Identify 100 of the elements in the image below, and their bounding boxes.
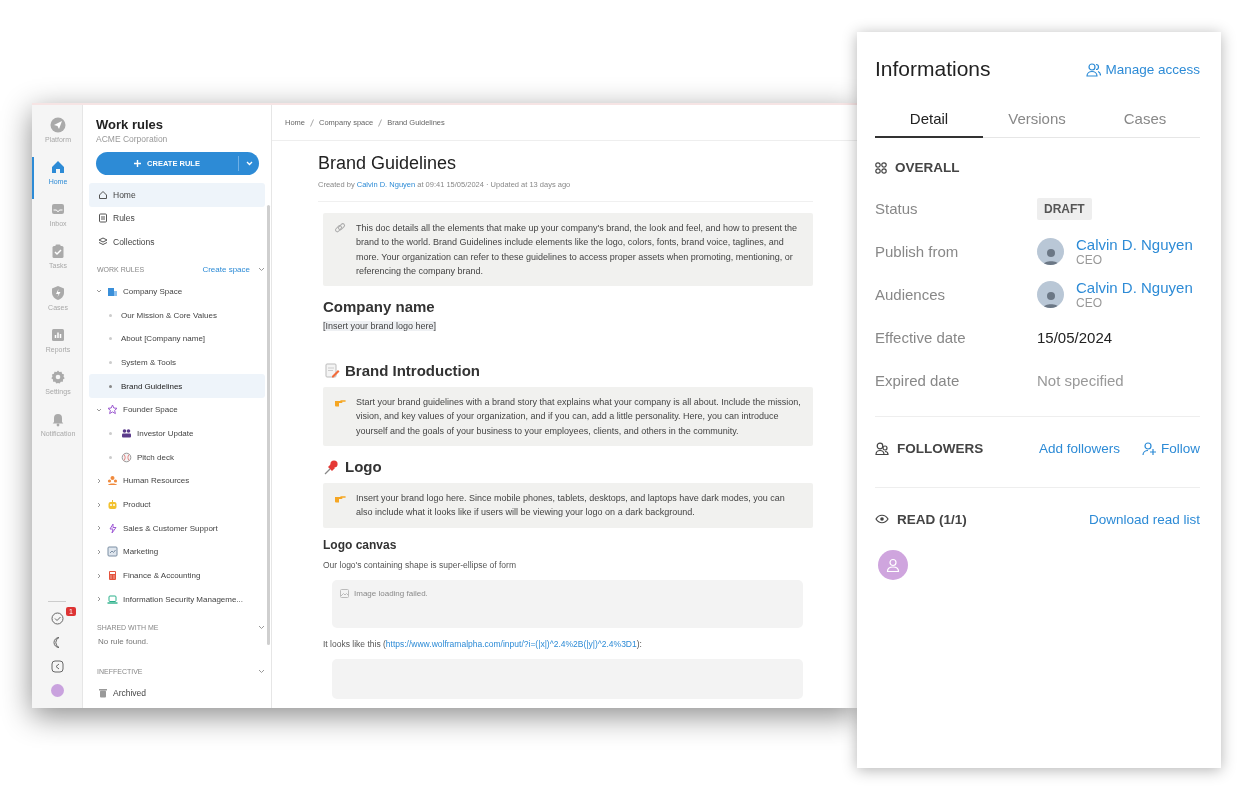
clipboard-check-icon xyxy=(50,243,66,259)
status-tag: DRAFT xyxy=(1037,197,1092,220)
tree-item[interactable]: Pitch deck xyxy=(89,445,265,469)
people-icon xyxy=(1086,61,1102,77)
placeholder-text: [Insert your brand logo here] xyxy=(323,321,437,332)
broken-image-icon xyxy=(340,588,349,598)
chevron-right-icon xyxy=(96,525,102,532)
field-label: Status xyxy=(875,200,919,217)
paragraph: Our logo's containing shape is super-ellipse of form xyxy=(323,559,517,570)
eye-icon xyxy=(875,514,889,524)
tab[interactable]: Cases xyxy=(1091,102,1199,138)
avatar[interactable] xyxy=(50,684,64,697)
field-value: 15/05/2024 xyxy=(1037,329,1113,346)
tree-item[interactable]: About [Company name] xyxy=(89,326,265,351)
person-name[interactable]: Calvin D. Nguyen xyxy=(1076,279,1193,296)
section-heading: READ (1/1) xyxy=(897,511,967,527)
star-icon xyxy=(107,404,118,416)
nav-item[interactable]: Archived xyxy=(89,681,265,705)
plus-icon xyxy=(134,160,142,167)
field-value: Not specified xyxy=(1037,372,1124,389)
robot-icon xyxy=(107,499,118,511)
chevron-right-icon xyxy=(96,596,102,603)
chevron-right-icon xyxy=(96,572,102,579)
calculator-icon xyxy=(107,570,118,582)
create-space-link[interactable]: Create space xyxy=(202,265,250,274)
tree-item[interactable]: Finance & Accounting xyxy=(89,563,265,588)
trash-icon xyxy=(98,687,108,698)
people-icon xyxy=(121,427,132,439)
paragraph: It looks like this (https://www.wolframalpha.com/input/?i=(|x|)^2.4%2B(|y|)^2.4%3D1): xyxy=(323,638,643,649)
caret-icon xyxy=(245,161,253,166)
caret-icon xyxy=(258,267,265,272)
nav-item[interactable]: Home xyxy=(89,183,265,207)
tree-item[interactable]: Marketing xyxy=(89,540,265,564)
followers-icon xyxy=(875,441,889,455)
laptop-icon xyxy=(107,593,118,605)
field-label: Effective date xyxy=(875,329,967,346)
document-title: Brand Guidelines xyxy=(318,153,458,174)
paper-plane-icon xyxy=(50,117,66,133)
follow-button[interactable]: Follow xyxy=(1142,440,1200,456)
tree-item[interactable]: Product xyxy=(89,492,265,517)
callout-text: Start your brand guidelines with a brand story that explains what your company is all about. Include the mission, vision, and key values of your organization, and if you can, add a little personality. Here, you can introduce yourself and the goals of your business to your employees, clients, and others in the community. xyxy=(356,396,801,438)
tree-item[interactable]: System & Tools xyxy=(89,350,265,375)
tree-item[interactable]: Information Security Manageme... xyxy=(89,587,265,612)
slash-icon xyxy=(378,118,383,127)
chevron-down-icon xyxy=(96,288,102,295)
field-label: Audiences xyxy=(875,286,947,303)
add-followers-link[interactable]: Add followers xyxy=(1038,440,1120,456)
download-read-list-link[interactable]: Download read list xyxy=(1088,511,1200,527)
tree-item[interactable]: Investor Update xyxy=(89,421,265,446)
section-heading: OVERALL xyxy=(895,160,960,175)
people-icon xyxy=(107,475,118,487)
section-heading: FOLLOWERS xyxy=(897,440,984,456)
person-role: CEO xyxy=(1076,296,1103,310)
manage-access-link[interactable]: Manage access xyxy=(1086,61,1200,77)
field-label: Expired date xyxy=(875,372,961,389)
grid-icon xyxy=(875,161,887,174)
nav-item[interactable]: Rules xyxy=(89,206,265,230)
chevron-right-icon xyxy=(96,477,102,484)
callout-text: This doc details all the elements that make up your company's brand, the look and feel, and how to present the brand to the world. Brand Guidelines include elements like the logo, colors, fonts, brand voice, taglines, and more. Your organization can refer to these guidelines to access proper assets when promoting, mentioning, or referencing the company brand. xyxy=(356,222,798,278)
tree-item[interactable]: Founder Space xyxy=(89,397,265,422)
home-icon xyxy=(98,189,108,200)
slash-icon xyxy=(310,118,314,127)
home-icon xyxy=(50,159,66,175)
bar-chart-icon xyxy=(50,327,66,343)
chevron-down-icon xyxy=(96,406,102,413)
section-heading: Brand Introduction xyxy=(345,362,480,380)
person-icon xyxy=(886,558,900,572)
tab[interactable]: Detail xyxy=(875,102,983,138)
tab[interactable]: Versions xyxy=(983,102,1091,138)
callout-text: Insert your brand logo here. Since mobile phones, tablets, desktops, and laptops have dark modes, you can also include what it looks like if users will be viewing your logo on a dark background. xyxy=(356,492,786,520)
tree-item[interactable]: Company Space xyxy=(89,279,265,304)
bell-icon xyxy=(50,411,66,427)
person-name[interactable]: Calvin D. Nguyen xyxy=(1076,236,1193,253)
memo-icon xyxy=(324,362,340,379)
tree-item[interactable]: Brand Guidelines xyxy=(89,374,265,398)
sidebar-title: Work rules xyxy=(96,117,164,132)
add-user-icon xyxy=(1142,440,1157,456)
person-role: CEO xyxy=(1076,253,1103,267)
chevron-right-icon xyxy=(96,548,102,555)
section-heading: Logo xyxy=(345,458,382,476)
sparkle-icon xyxy=(107,522,118,534)
check-circle-icon xyxy=(50,612,64,625)
subsection-heading: Logo canvas xyxy=(323,537,398,552)
caret-icon xyxy=(258,668,265,674)
section-heading: Company name xyxy=(323,298,436,316)
ball-icon xyxy=(121,451,132,463)
caret-icon xyxy=(258,624,265,630)
building-icon xyxy=(107,285,118,297)
inbox-icon xyxy=(50,201,66,217)
empty-message: No rule found. xyxy=(98,637,150,649)
field-label: Publish from xyxy=(875,243,960,260)
exit-icon xyxy=(50,660,64,673)
chart-icon xyxy=(107,546,118,558)
tree-item[interactable]: Human Resources xyxy=(89,469,265,493)
pushpin-icon xyxy=(324,458,340,475)
organization-name: ACME Corporation xyxy=(96,134,169,144)
tree-item[interactable]: Sales & Customer Support xyxy=(89,516,265,541)
tree-item[interactable]: Our Mission & Core Values xyxy=(89,303,265,327)
nav-item[interactable]: Collections xyxy=(89,230,265,254)
layers-icon xyxy=(98,236,108,247)
